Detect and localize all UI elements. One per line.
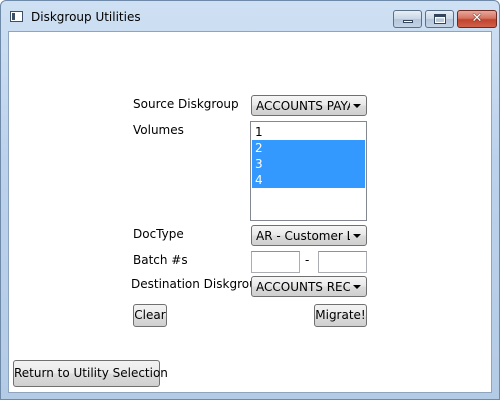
- list-item-label: 1: [255, 125, 263, 139]
- doctype-value: AR - Customer Letters: [256, 229, 350, 243]
- list-item[interactable]: 2: [252, 140, 365, 156]
- maximize-button[interactable]: [425, 10, 454, 28]
- clear-button[interactable]: Clear: [133, 304, 167, 327]
- list-item-label: 2: [255, 141, 263, 155]
- migrate-button[interactable]: Migrate!: [314, 304, 367, 327]
- batch-label: Batch #s: [133, 253, 188, 267]
- destination-diskgroup-value: ACCOUNTS RECEIVABLE: [256, 280, 350, 294]
- source-diskgroup-value: ACCOUNTS PAYABLE: [256, 99, 350, 113]
- minimize-button[interactable]: [393, 10, 422, 28]
- chevron-down-icon: [353, 285, 361, 289]
- chevron-down-icon: [353, 234, 361, 238]
- maximize-icon: [434, 14, 446, 24]
- batch-from-input[interactable]: [251, 251, 300, 273]
- destination-diskgroup-select[interactable]: ACCOUNTS RECEIVABLE: [251, 276, 367, 297]
- doctype-select[interactable]: AR - Customer Letters: [251, 225, 367, 246]
- list-item-label: 3: [255, 157, 263, 171]
- source-diskgroup-select[interactable]: ACCOUNTS PAYABLE: [251, 95, 367, 116]
- window-app-icon: [10, 11, 23, 22]
- window-title: Diskgroup Utilities: [31, 10, 141, 24]
- batch-separator: -: [305, 253, 310, 267]
- list-item-label: 4: [255, 173, 263, 187]
- list-item[interactable]: 3: [252, 156, 365, 172]
- volumes-label: Volumes: [133, 123, 184, 137]
- destination-diskgroup-label: Destination Diskgroup: [131, 277, 265, 291]
- close-icon: ✕: [471, 11, 483, 26]
- close-button[interactable]: ✕: [457, 10, 497, 28]
- batch-to-input[interactable]: [318, 251, 367, 273]
- return-to-utility-selection-button[interactable]: Return to Utility Selection: [13, 360, 168, 387]
- volumes-listbox[interactable]: 1 2 3 4: [250, 121, 367, 221]
- source-diskgroup-label: Source Diskgroup: [133, 97, 239, 111]
- list-item[interactable]: 4: [252, 172, 365, 188]
- list-item[interactable]: 1: [252, 124, 365, 140]
- doctype-label: DocType: [133, 227, 184, 241]
- minimize-icon: [403, 20, 413, 23]
- title-bar[interactable]: Diskgroup Utilities ✕: [1, 1, 499, 31]
- chevron-down-icon: [353, 104, 361, 108]
